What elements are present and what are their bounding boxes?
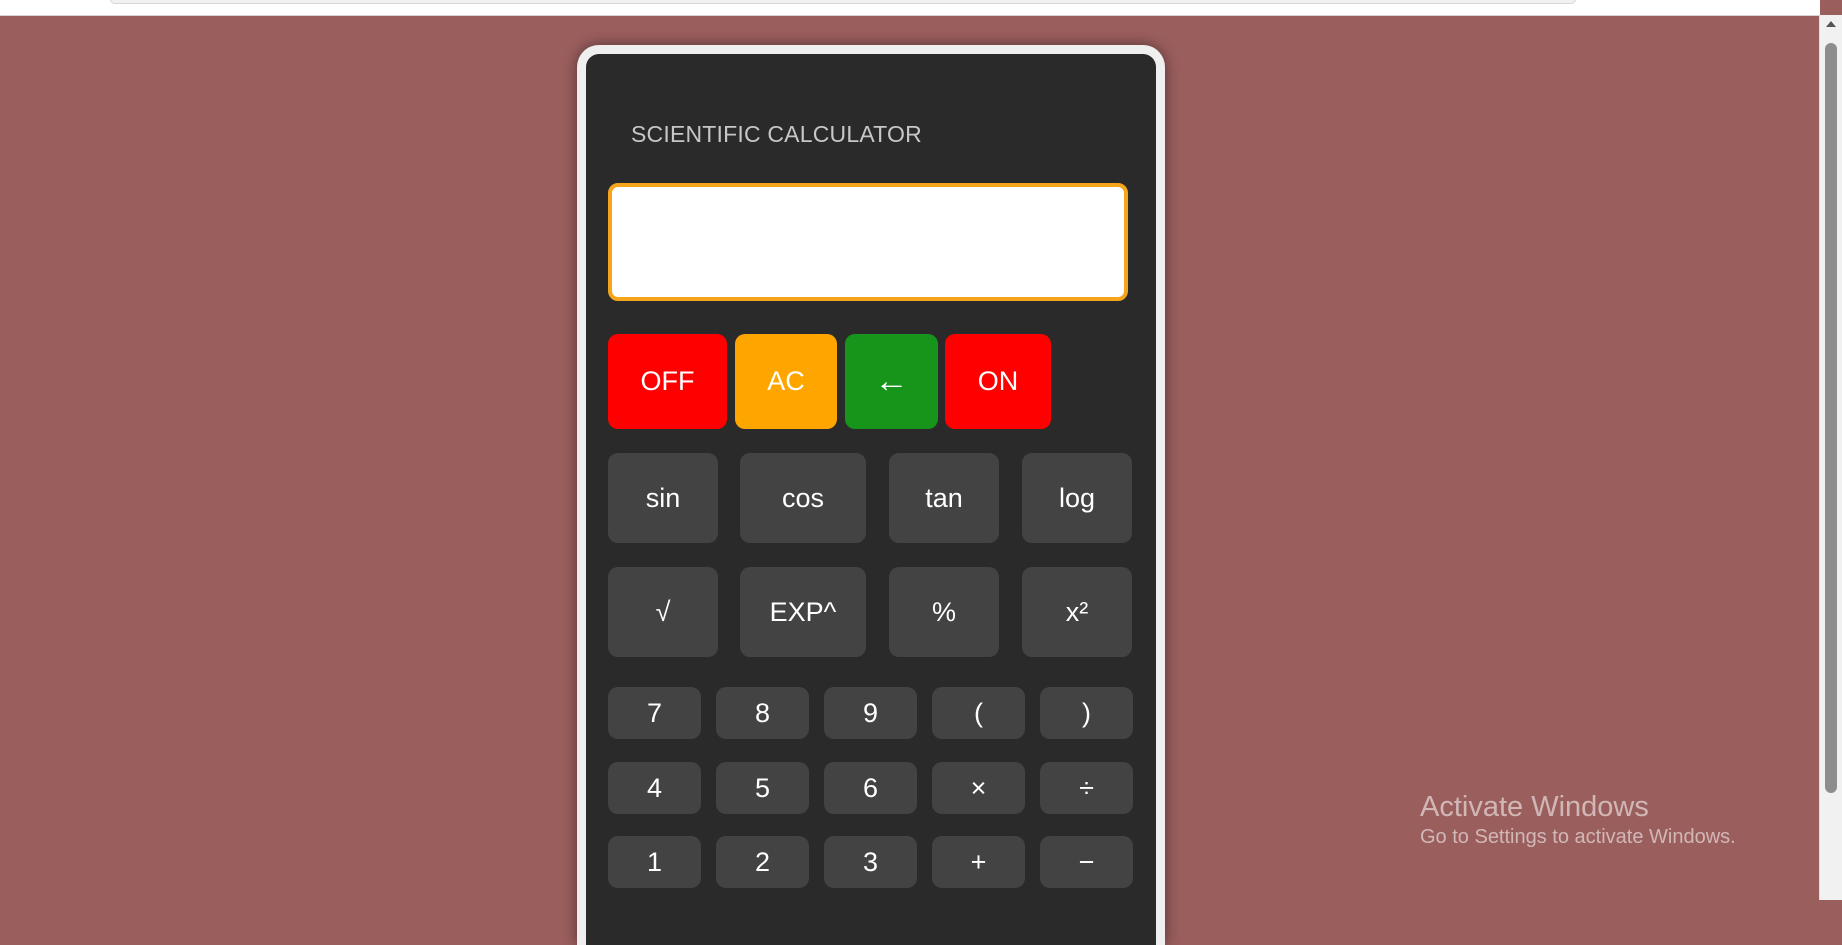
open-paren-button[interactable]: (: [932, 687, 1025, 739]
calculator-body: SCIENTIFIC CALCULATOR OFF AC ← ON sin co…: [577, 45, 1165, 945]
cos-button[interactable]: cos: [740, 453, 866, 543]
minus-button[interactable]: −: [1040, 836, 1133, 888]
digit-6-button[interactable]: 6: [824, 762, 917, 814]
digit-7-button[interactable]: 7: [608, 687, 701, 739]
digit-2-button[interactable]: 2: [716, 836, 809, 888]
sqrt-button[interactable]: √: [608, 567, 718, 657]
tan-button[interactable]: tan: [889, 453, 999, 543]
digit-8-button[interactable]: 8: [716, 687, 809, 739]
digit-1-button[interactable]: 1: [608, 836, 701, 888]
on-button[interactable]: ON: [945, 334, 1051, 429]
watermark-title: Activate Windows: [1420, 791, 1649, 823]
scrollbar-thumb[interactable]: [1825, 43, 1837, 793]
digit-9-button[interactable]: 9: [824, 687, 917, 739]
all-clear-button[interactable]: AC: [735, 334, 837, 429]
square-button[interactable]: x²: [1022, 567, 1132, 657]
digit-5-button[interactable]: 5: [716, 762, 809, 814]
close-paren-button[interactable]: ): [1040, 687, 1133, 739]
page-scrollbar[interactable]: [1819, 15, 1842, 900]
digit-3-button[interactable]: 3: [824, 836, 917, 888]
address-bar-edge: [110, 0, 1576, 4]
calculator-display[interactable]: [608, 183, 1128, 301]
plus-button[interactable]: +: [932, 836, 1025, 888]
scroll-up-arrow-icon[interactable]: [1826, 21, 1836, 27]
multiply-button[interactable]: ×: [932, 762, 1025, 814]
browser-top-bar: [0, 0, 1820, 16]
sin-button[interactable]: sin: [608, 453, 718, 543]
percent-button[interactable]: %: [889, 567, 999, 657]
log-button[interactable]: log: [1022, 453, 1132, 543]
digit-4-button[interactable]: 4: [608, 762, 701, 814]
watermark-subtitle: Go to Settings to activate Windows.: [1420, 826, 1736, 848]
divide-button[interactable]: ÷: [1040, 762, 1133, 814]
calculator-title: SCIENTIFIC CALCULATOR: [631, 121, 922, 147]
exp-button[interactable]: EXP^: [740, 567, 866, 657]
activate-windows-watermark: Activate Windows Go to Settings to activ…: [1420, 790, 1736, 850]
off-button[interactable]: OFF: [608, 334, 727, 429]
backspace-button[interactable]: ←: [845, 334, 938, 429]
